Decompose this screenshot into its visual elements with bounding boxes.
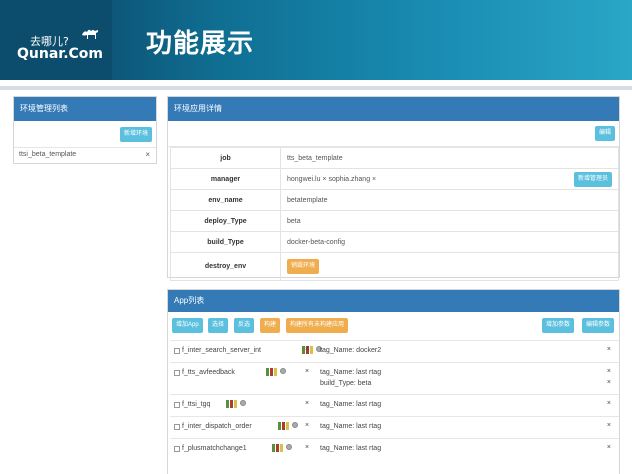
env-name-value: betatemplate xyxy=(280,189,619,211)
close-icon[interactable]: × xyxy=(607,400,611,407)
app-checkbox[interactable] xyxy=(174,370,180,376)
close-icon[interactable]: × xyxy=(607,368,611,375)
build-button[interactable]: 构建 xyxy=(260,318,281,333)
env-name-label: env_name xyxy=(170,189,281,211)
tag-label: tag_Name: last rtag xyxy=(320,445,382,452)
close-icon[interactable]: × xyxy=(305,444,309,451)
globe-icon[interactable] xyxy=(240,400,246,406)
build-all-button[interactable]: 构建所有未构建应用 xyxy=(286,318,349,333)
divider xyxy=(0,86,632,90)
manager-value[interactable]: hongwei.lu × sophia.zhang × xyxy=(287,176,376,183)
status-bars-icon xyxy=(272,444,283,452)
deploy-type-label: deploy_Type xyxy=(170,210,281,232)
page-title: 功能展示 xyxy=(146,29,255,59)
table-row[interactable]: f_tts_avfeedback × tag_Name: last rtag × bui… xyxy=(170,362,619,394)
env-detail-title: 环境应用详情 xyxy=(168,97,619,121)
app-checkbox[interactable] xyxy=(174,402,180,408)
close-icon[interactable]: × xyxy=(305,368,309,375)
app-name: f_inter_dispatch_order xyxy=(182,423,252,430)
close-icon[interactable]: × xyxy=(305,346,309,353)
status-bars-icon xyxy=(226,400,237,408)
edit-param-button[interactable]: 编辑参数 xyxy=(582,318,615,333)
table-row: env_name betatemplate xyxy=(170,189,619,211)
globe-icon[interactable] xyxy=(286,444,292,450)
table-row[interactable]: f_ttsi_tgq × tag_Name: last rtag × xyxy=(170,394,619,416)
app-list-title: App列表 xyxy=(168,290,619,312)
add-app-button[interactable]: 增加App xyxy=(172,318,203,333)
build-type-value: docker-beta-config xyxy=(280,231,619,253)
app-checkbox[interactable] xyxy=(174,446,180,452)
env-detail-panel: 环境应用详情 编辑 job tts_beta_template manager … xyxy=(167,96,620,281)
add-param-button[interactable]: 增加参数 xyxy=(542,318,575,333)
close-icon[interactable]: × xyxy=(305,400,309,407)
tag-label: tag_Name: docker2 xyxy=(320,347,382,354)
tag-label: build_Type: beta xyxy=(320,380,372,387)
destroy-env-cell: 销毁环境 xyxy=(280,252,619,281)
env-list-panel: 环境管理列表 新增环境 ttsi_beta_template × xyxy=(13,96,157,164)
edit-button[interactable]: 编辑 xyxy=(594,126,615,141)
globe-icon[interactable] xyxy=(280,368,286,374)
logo-en-text: Qunar.Com xyxy=(17,46,103,62)
app-name: f_tts_avfeedback xyxy=(182,369,235,376)
table-row[interactable]: f_plusmatchchange1 × tag_Name: last rtag × xyxy=(170,438,619,460)
env-list-toolbar: 新增环境 xyxy=(14,121,156,147)
app-name: f_ttsi_tgq xyxy=(182,401,211,408)
destroy-env-button[interactable]: 销毁环境 xyxy=(287,259,320,274)
close-icon[interactable]: × xyxy=(607,444,611,451)
add-env-button[interactable]: 新增环境 xyxy=(119,127,152,142)
list-item[interactable]: ttsi_beta_template × xyxy=(14,147,156,163)
manager-label: manager xyxy=(170,168,281,190)
table-row: destroy_env 销毁环境 xyxy=(170,252,619,281)
build-type-label: build_Type xyxy=(170,231,281,253)
globe-icon[interactable] xyxy=(292,422,298,428)
app-toolbar: 增加App 选择 反选 构建 构建所有未构建应用 增加参数 编辑参数 xyxy=(168,312,619,338)
tag-label: tag_Name: last rtag xyxy=(320,369,382,376)
close-icon[interactable]: × xyxy=(145,150,150,159)
camel-icon xyxy=(82,29,98,39)
table-row: manager hongwei.lu × sophia.zhang × 新增管理… xyxy=(170,168,619,190)
logo: 去哪儿? Qunar.Com xyxy=(0,0,112,80)
manager-cell: hongwei.lu × sophia.zhang × 新增管理员 xyxy=(280,168,619,190)
deploy-type-value: beta xyxy=(280,210,619,232)
app-checkbox[interactable] xyxy=(174,424,180,430)
app-name: f_plusmatchchange1 xyxy=(182,445,247,452)
table-row: deploy_Type beta xyxy=(170,210,619,232)
app-list-panel: App列表 增加App 选择 反选 构建 构建所有未构建应用 增加参数 编辑参数… xyxy=(167,289,620,474)
add-manager-button[interactable]: 新增管理员 xyxy=(573,172,612,187)
close-icon[interactable]: × xyxy=(607,422,611,429)
table-row[interactable]: f_inter_dispatch_order × tag_Name: last rt… xyxy=(170,416,619,438)
close-icon[interactable]: × xyxy=(607,346,611,353)
table-row[interactable]: f_inter_search_server_int × tag_Name: dock… xyxy=(170,340,619,362)
job-value: tts_beta_template xyxy=(280,147,619,169)
select-button[interactable]: 选择 xyxy=(208,318,229,333)
close-icon[interactable]: × xyxy=(607,379,611,386)
header-banner: 去哪儿? Qunar.Com 功能展示 xyxy=(0,0,632,80)
table-row: build_Type docker-beta-config xyxy=(170,231,619,253)
job-label: job xyxy=(170,147,281,169)
env-detail-toolbar: 编辑 xyxy=(168,121,619,147)
invert-select-button[interactable]: 反选 xyxy=(234,318,255,333)
env-detail-table: job tts_beta_template manager hongwei.lu… xyxy=(170,147,619,281)
status-bars-icon xyxy=(266,368,277,376)
tag-label: tag_Name: last rtag xyxy=(320,423,382,430)
destroy-env-label: destroy_env xyxy=(170,252,281,281)
tag-label: tag_Name: last rtag xyxy=(320,401,382,408)
app-checkbox[interactable] xyxy=(174,348,180,354)
env-list-title: 环境管理列表 xyxy=(14,97,156,121)
close-icon[interactable]: × xyxy=(305,422,309,429)
env-item-name[interactable]: ttsi_beta_template xyxy=(19,151,76,158)
status-bars-icon xyxy=(278,422,289,430)
table-row: job tts_beta_template xyxy=(170,147,619,169)
app-name: f_inter_search_server_int xyxy=(182,347,261,354)
